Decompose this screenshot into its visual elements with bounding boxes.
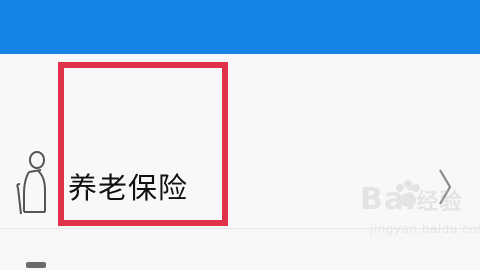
watermark: Bai经验 jingyan.baidu.com bbox=[338, 178, 480, 248]
screen: 养老保险 Bai经验 jingyan.baidu.com bbox=[0, 0, 480, 270]
watermark-text: Bai经验 bbox=[360, 182, 462, 217]
next-item-icon-partial bbox=[26, 262, 46, 268]
watermark-url: jingyan.baidu.com bbox=[370, 222, 480, 236]
watermark-brand: Bai bbox=[360, 182, 417, 217]
list-item-label: 养老保险 bbox=[68, 171, 189, 205]
top-app-bar bbox=[0, 0, 480, 54]
watermark-brand-suffix: 经验 bbox=[416, 190, 463, 215]
elderly-person-icon bbox=[16, 151, 46, 215]
